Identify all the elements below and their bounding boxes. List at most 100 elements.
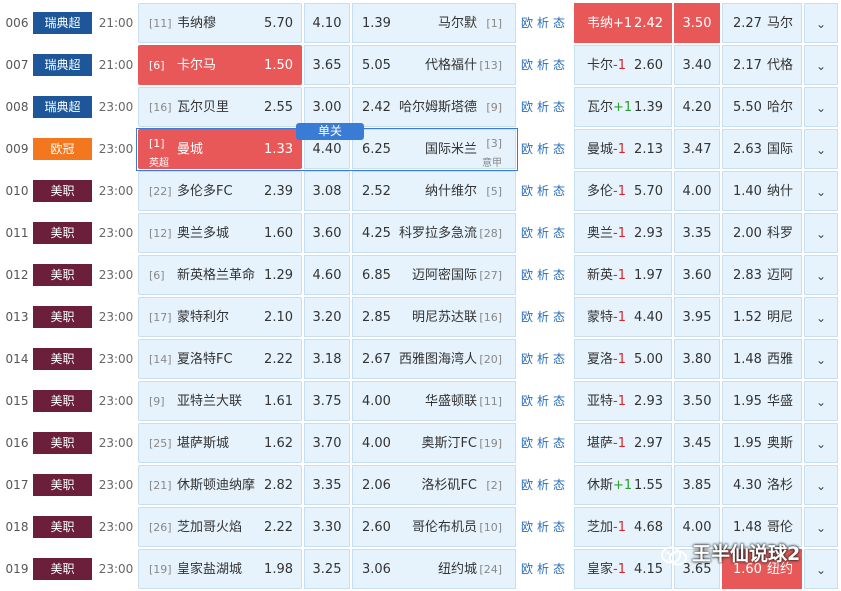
home-win-cell[interactable]: [12] 奥兰多城 1.60 xyxy=(138,213,302,253)
europe-odds-link[interactable]: 欧 xyxy=(521,520,533,534)
home-win-cell[interactable]: [9] 亚特兰大联 1.61 xyxy=(138,381,302,421)
away-win-cell[interactable]: 5.05 代格福什 [13] xyxy=(352,45,516,85)
home-win-cell[interactable]: [6] 卡尔马 1.50 xyxy=(138,45,302,85)
away-win-cell[interactable]: 6.85 迈阿密国际 [27] xyxy=(352,255,516,295)
analysis-link[interactable]: 析 xyxy=(537,310,549,324)
league-badge[interactable]: 美职 xyxy=(33,390,92,412)
handicap-home-cell[interactable]: 亚特-1 2.93 xyxy=(574,381,672,421)
state-link[interactable]: 态 xyxy=(553,562,565,576)
handicap-home-cell[interactable]: 夏洛-1 5.00 xyxy=(574,339,672,379)
state-link[interactable]: 态 xyxy=(553,520,565,534)
handicap-home-cell[interactable]: 堪萨-1 2.97 xyxy=(574,423,672,463)
handicap-home-cell[interactable]: 皇家-1 4.15 xyxy=(574,549,672,589)
europe-odds-link[interactable]: 欧 xyxy=(521,310,533,324)
expand-button[interactable]: ⌄ xyxy=(804,507,838,547)
analysis-link[interactable]: 析 xyxy=(537,16,549,30)
handicap-away-cell[interactable]: 1.95 奥斯 xyxy=(722,423,802,463)
home-win-cell[interactable]: [25] 堪萨斯城 1.62 xyxy=(138,423,302,463)
expand-button[interactable]: ⌄ xyxy=(804,465,838,505)
expand-button[interactable]: ⌄ xyxy=(804,171,838,211)
state-link[interactable]: 态 xyxy=(553,184,565,198)
state-link[interactable]: 态 xyxy=(553,478,565,492)
analysis-link[interactable]: 析 xyxy=(537,58,549,72)
handicap-draw-odds[interactable]: 3.60 xyxy=(674,255,720,295)
league-badge[interactable]: 美职 xyxy=(33,180,92,202)
league-badge[interactable]: 美职 xyxy=(33,348,92,370)
draw-odds[interactable]: 4.10 xyxy=(304,3,350,43)
handicap-away-cell[interactable]: 2.00 科罗 xyxy=(722,213,802,253)
handicap-draw-odds[interactable]: 3.47 xyxy=(674,129,720,169)
handicap-draw-odds[interactable]: 4.00 xyxy=(674,171,720,211)
analysis-link[interactable]: 析 xyxy=(537,352,549,366)
league-badge[interactable]: 瑞典超 xyxy=(33,54,92,76)
expand-button[interactable]: ⌄ xyxy=(804,213,838,253)
analysis-link[interactable]: 析 xyxy=(537,394,549,408)
league-badge[interactable]: 美职 xyxy=(33,516,92,538)
handicap-away-cell[interactable]: 1.95 华盛 xyxy=(722,381,802,421)
home-win-cell[interactable]: [26] 芝加哥火焰 2.22 xyxy=(138,507,302,547)
league-badge[interactable]: 美职 xyxy=(33,306,92,328)
league-badge[interactable]: 欧冠 xyxy=(33,138,92,160)
analysis-link[interactable]: 析 xyxy=(537,436,549,450)
away-win-cell[interactable]: 2.52 纳什维尔 [5] xyxy=(352,171,516,211)
handicap-home-cell[interactable]: 新英-1 1.97 xyxy=(574,255,672,295)
state-link[interactable]: 态 xyxy=(553,100,565,114)
home-win-cell[interactable]: [1] 曼城 1.33 英超 xyxy=(138,129,302,169)
home-win-cell[interactable]: [11] 韦纳穆 5.70 xyxy=(138,3,302,43)
handicap-away-cell[interactable]: 1.48 西雅 xyxy=(722,339,802,379)
europe-odds-link[interactable]: 欧 xyxy=(521,394,533,408)
handicap-draw-odds[interactable]: 3.50 xyxy=(674,3,720,43)
away-win-cell[interactable]: 2.85 明尼苏达联 [16] xyxy=(352,297,516,337)
expand-button[interactable]: ⌄ xyxy=(804,549,838,589)
handicap-home-cell[interactable]: 多伦-1 5.70 xyxy=(574,171,672,211)
home-win-cell[interactable]: [17] 蒙特利尔 2.10 xyxy=(138,297,302,337)
state-link[interactable]: 态 xyxy=(553,310,565,324)
expand-button[interactable]: ⌄ xyxy=(804,255,838,295)
europe-odds-link[interactable]: 欧 xyxy=(521,478,533,492)
handicap-home-cell[interactable]: 瓦尔+1 1.39 xyxy=(574,87,672,127)
handicap-home-cell[interactable]: 卡尔-1 2.60 xyxy=(574,45,672,85)
expand-button[interactable]: ⌄ xyxy=(804,297,838,337)
analysis-link[interactable]: 析 xyxy=(537,184,549,198)
state-link[interactable]: 态 xyxy=(553,394,565,408)
away-win-cell[interactable]: 2.42 哈尔姆斯塔德 [9] xyxy=(352,87,516,127)
state-link[interactable]: 态 xyxy=(553,268,565,282)
expand-button[interactable]: ⌄ xyxy=(804,339,838,379)
analysis-link[interactable]: 析 xyxy=(537,226,549,240)
europe-odds-link[interactable]: 欧 xyxy=(521,352,533,366)
state-link[interactable]: 态 xyxy=(553,142,565,156)
handicap-draw-odds[interactable]: 3.35 xyxy=(674,213,720,253)
away-win-cell[interactable]: 2.06 洛杉矶FC [2] xyxy=(352,465,516,505)
draw-odds[interactable]: 4.60 xyxy=(304,255,350,295)
expand-button[interactable]: ⌄ xyxy=(804,3,838,43)
league-badge[interactable]: 美职 xyxy=(33,222,92,244)
handicap-draw-odds[interactable]: 3.50 xyxy=(674,381,720,421)
europe-odds-link[interactable]: 欧 xyxy=(521,16,533,30)
state-link[interactable]: 态 xyxy=(553,58,565,72)
handicap-away-cell[interactable]: 5.50 哈尔 xyxy=(722,87,802,127)
draw-odds[interactable]: 3.20 xyxy=(304,297,350,337)
state-link[interactable]: 态 xyxy=(553,16,565,30)
handicap-draw-odds[interactable]: 3.40 xyxy=(674,45,720,85)
state-link[interactable]: 态 xyxy=(553,352,565,366)
analysis-link[interactable]: 析 xyxy=(537,100,549,114)
home-win-cell[interactable]: [14] 夏洛特FC 2.22 xyxy=(138,339,302,379)
europe-odds-link[interactable]: 欧 xyxy=(521,436,533,450)
handicap-home-cell[interactable]: 韦纳+1 2.42 xyxy=(574,3,672,43)
league-badge[interactable]: 美职 xyxy=(33,432,92,454)
draw-odds[interactable]: 3.25 xyxy=(304,549,350,589)
expand-button[interactable]: ⌄ xyxy=(804,129,838,169)
handicap-draw-odds[interactable]: 4.20 xyxy=(674,87,720,127)
league-badge[interactable]: 瑞典超 xyxy=(33,96,92,118)
away-win-cell[interactable]: 6.25 国际米兰 [3] 意甲 xyxy=(352,129,516,169)
league-badge[interactable]: 美职 xyxy=(33,474,92,496)
analysis-link[interactable]: 析 xyxy=(537,562,549,576)
draw-odds[interactable]: 3.60 xyxy=(304,213,350,253)
expand-button[interactable]: ⌄ xyxy=(804,45,838,85)
europe-odds-link[interactable]: 欧 xyxy=(521,58,533,72)
europe-odds-link[interactable]: 欧 xyxy=(521,562,533,576)
home-win-cell[interactable]: [16] 瓦尔贝里 2.55 xyxy=(138,87,302,127)
handicap-away-cell[interactable]: 2.27 马尔 xyxy=(722,3,802,43)
handicap-away-cell[interactable]: 2.83 迈阿 xyxy=(722,255,802,295)
handicap-home-cell[interactable]: 休斯+1 1.55 xyxy=(574,465,672,505)
